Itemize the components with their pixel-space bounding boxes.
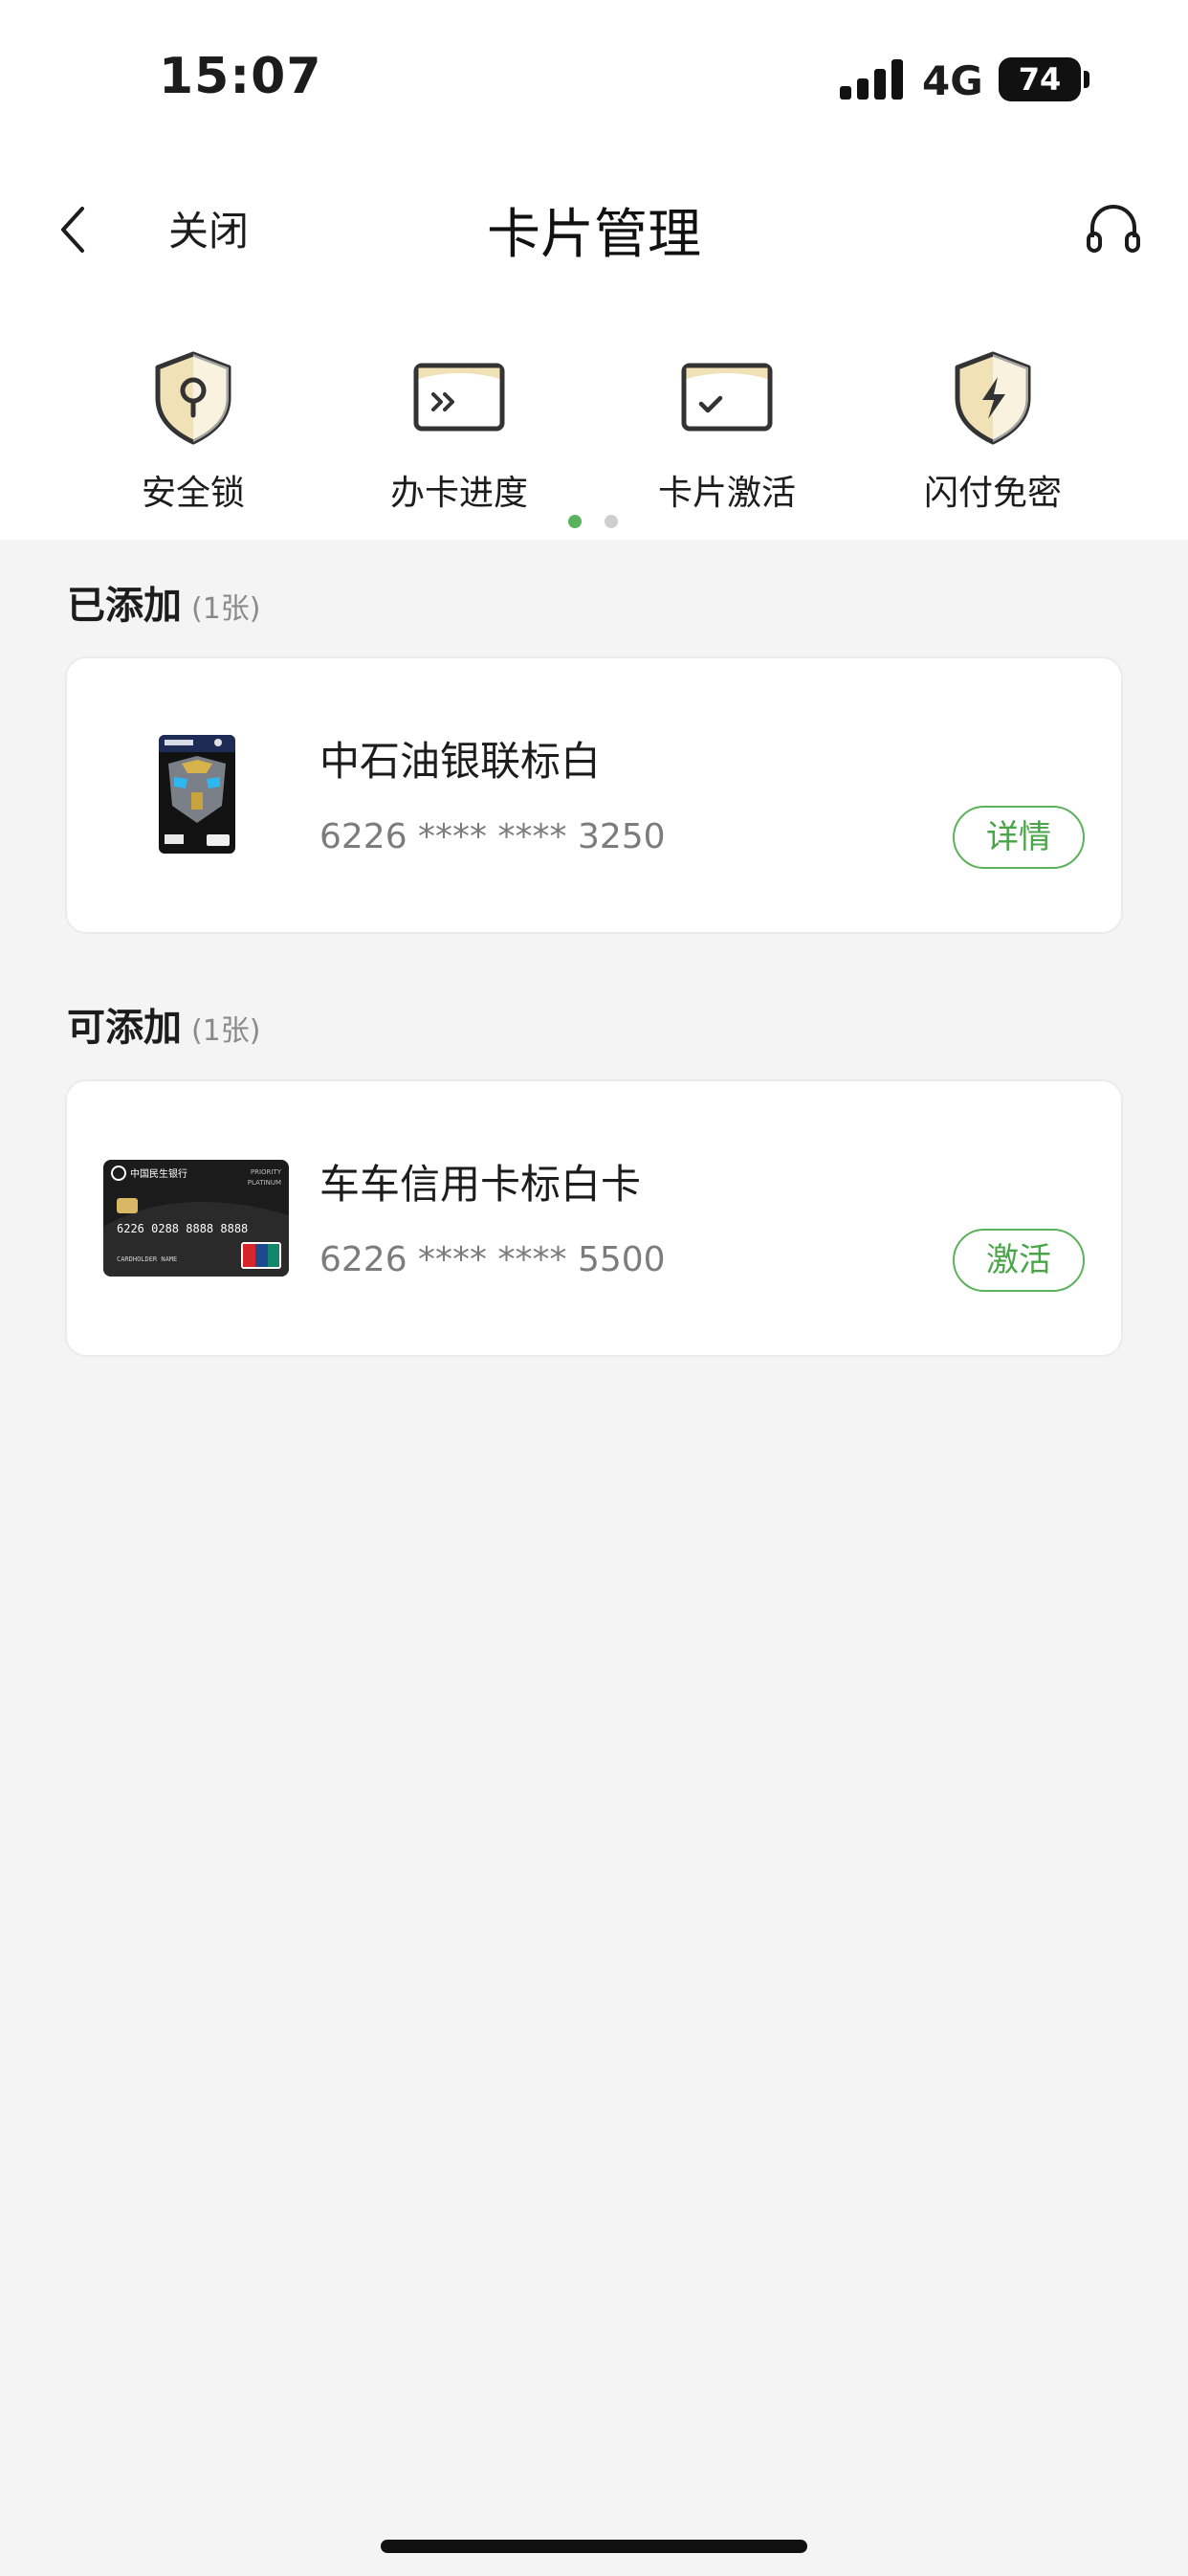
quick-action-security-lock[interactable]: 安全锁 [78, 344, 308, 515]
card-name: 中石油银联标白 [319, 738, 602, 785]
card-thumbnail [159, 735, 235, 854]
card-number: 6226 **** **** 3250 [319, 817, 666, 856]
section-title-text: 可添加 [67, 1006, 182, 1050]
quick-action-label: 卡片激活 [657, 474, 796, 513]
section-count: (1张) [191, 592, 261, 626]
network-type: 4G [922, 57, 983, 104]
shield-flash-icon [955, 351, 1031, 445]
quick-action-quick-pay[interactable]: 闪付免密 [878, 344, 1108, 515]
shield-lock-icon [155, 351, 231, 445]
section-count: (1张) [191, 1014, 261, 1048]
quick-action-label: 办卡进度 [389, 474, 528, 513]
status-time: 15:07 [159, 48, 322, 105]
card-bank-name: 中国民生银行 [130, 1167, 187, 1180]
card-tier: PRIORITY [251, 1168, 282, 1176]
card-progress-icon [413, 363, 505, 432]
section-addable-title: 可添加 (1张) [67, 996, 261, 1052]
status-bar: 15:07 4G 74 [0, 0, 1188, 144]
quick-action-card-activate[interactable]: 卡片激活 [612, 344, 842, 515]
card-activate-icon [681, 363, 773, 432]
card-pan: 6226 0288 8888 8888 [117, 1222, 248, 1235]
home-indicator[interactable] [381, 2540, 807, 2553]
card-item-addable[interactable]: 中国民生银行 PRIORITY PLATINUM 6226 0288 8888 … [65, 1079, 1123, 1357]
headset-icon[interactable] [1083, 199, 1144, 260]
page-indicator [566, 515, 624, 530]
battery-cap [1084, 71, 1089, 88]
quick-actions: 安全锁 办卡进度 卡片激活 闪付免密 [0, 306, 1188, 540]
battery-icon: 74 [999, 57, 1081, 101]
signal-icon [840, 59, 903, 100]
activate-button[interactable]: 激活 [953, 1229, 1085, 1292]
card-thumbnail: 中国民生银行 PRIORITY PLATINUM 6226 0288 8888 … [103, 1160, 289, 1277]
page-title: 卡片管理 [487, 204, 701, 266]
section-title-text: 已添加 [67, 584, 182, 628]
card-item-added[interactable]: 中石油银联标白 6226 **** **** 3250 详情 [65, 656, 1123, 934]
nav-bar: 关闭 卡片管理 [0, 144, 1188, 306]
page-dot-active [568, 515, 582, 528]
quick-action-card-progress[interactable]: 办卡进度 [344, 344, 574, 515]
details-button[interactable]: 详情 [953, 806, 1085, 869]
section-added-title: 已添加 (1张) [67, 574, 261, 630]
card-number: 6226 **** **** 5500 [319, 1240, 666, 1279]
card-management-screen: 15:07 4G 74 关闭 卡片管理 安全锁 办卡进度 卡片激活 闪付免密 已… [0, 0, 1188, 2576]
card-level: PLATINUM [248, 1179, 281, 1187]
page-dot [605, 515, 618, 528]
quick-action-label: 安全锁 [141, 474, 245, 513]
quick-action-label: 闪付免密 [923, 474, 1062, 513]
card-name: 车车信用卡标白卡 [319, 1161, 642, 1208]
card-holder: CARDHOLDER NAME [117, 1255, 177, 1263]
